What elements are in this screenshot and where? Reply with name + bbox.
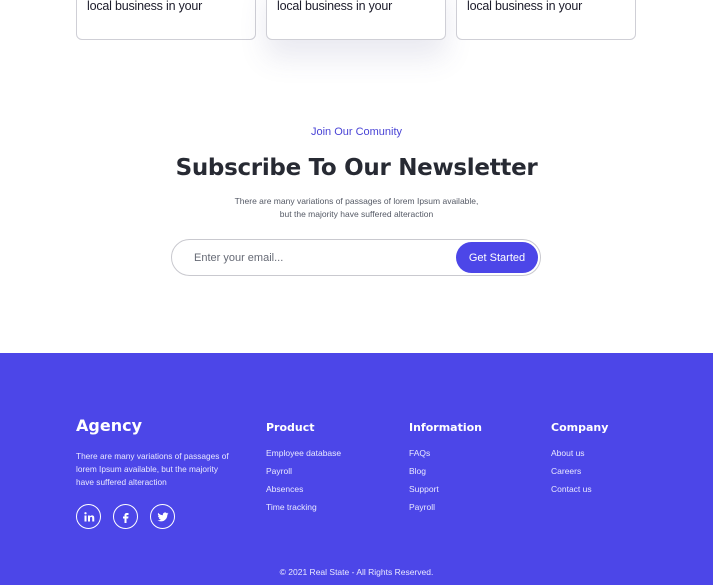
service-card-text: local business in your: [467, 0, 583, 13]
service-cards: local business in your local business in…: [76, 0, 636, 40]
footer-link[interactable]: Payroll: [266, 466, 341, 484]
footer-column-title: Information: [409, 421, 482, 434]
footer-brand-logo[interactable]: Agency: [76, 416, 142, 435]
facebook-link[interactable]: [113, 504, 138, 529]
footer-link[interactable]: Blog: [409, 466, 482, 484]
twitter-link[interactable]: [150, 504, 175, 529]
social-links: [76, 504, 175, 529]
footer: Agency There are many variations of pass…: [0, 353, 713, 585]
newsletter-eyebrow: Join Our Comunity: [310, 126, 403, 138]
newsletter-section: Join Our Comunity Subscribe To Our Newsl…: [0, 125, 713, 221]
footer-link[interactable]: Careers: [551, 466, 608, 484]
footer-column-company: Company About us Careers Contact us: [551, 421, 608, 502]
footer-column-product: Product Employee database Payroll Absenc…: [266, 421, 341, 520]
footer-link[interactable]: Employee database: [266, 448, 341, 466]
service-card-text: local business in your: [87, 0, 203, 13]
linkedin-icon: [83, 511, 94, 521]
footer-column-title: Company: [551, 421, 609, 434]
footer-column-information: Information FAQs Blog Support Payroll: [409, 421, 482, 520]
newsletter-description-line: There are many variations of passages of…: [234, 196, 479, 206]
footer-link[interactable]: Support: [409, 484, 482, 502]
twitter-icon: [157, 511, 168, 521]
footer-link[interactable]: Contact us: [551, 484, 608, 502]
footer-brand-description: There are many variations of passages of…: [76, 451, 229, 487]
footer-link[interactable]: Absences: [266, 484, 341, 502]
facebook-icon: [122, 512, 128, 523]
email-input[interactable]: [173, 241, 453, 274]
copyright-text: © 2021 Real State - All Rights Reserved.: [279, 567, 434, 577]
newsletter-form: Get Started: [171, 239, 541, 276]
get-started-button[interactable]: Get Started: [456, 242, 538, 273]
newsletter-description: There are many variations of passages of…: [0, 195, 713, 221]
service-card[interactable]: local business in your: [456, 0, 636, 40]
footer-column-title: Product: [266, 421, 315, 434]
footer-link[interactable]: Time tracking: [266, 502, 341, 520]
service-card-text: local business in your: [277, 0, 393, 13]
newsletter-description-line: but the majority have suffered alteracti…: [279, 209, 434, 219]
footer-link[interactable]: Payroll: [409, 502, 482, 520]
newsletter-title: Subscribe To Our Newsletter: [175, 155, 538, 181]
service-card[interactable]: local business in your: [76, 0, 256, 40]
footer-link[interactable]: FAQs: [409, 448, 482, 466]
footer-link[interactable]: About us: [551, 448, 608, 466]
service-card[interactable]: local business in your: [266, 0, 446, 40]
linkedin-link[interactable]: [76, 504, 101, 529]
